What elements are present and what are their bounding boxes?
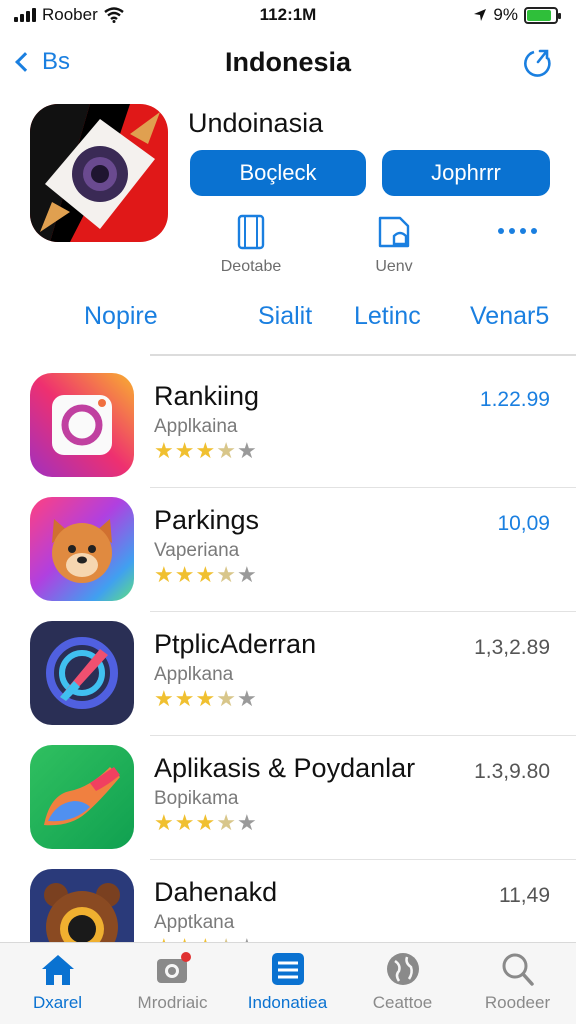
carrier-label: Roober [42,5,98,24]
item-subtitle: Applkaina [154,416,238,437]
star-icon: ★ [154,438,174,463]
star-icon: ★ [154,686,174,711]
star-rating: ★★★★★ [154,440,257,462]
item-price[interactable]: 10,09 [497,512,550,536]
tab-globe[interactable]: Ceattoe [345,951,460,1013]
home-icon [41,955,74,985]
list-item[interactable]: Parkings Vaperiana ★ ★ ★ ★ ★ 10,09 [0,488,576,612]
star-icon: ★ [236,562,257,587]
star-icon: ★ [195,810,216,835]
star-icon: ★ [236,686,257,711]
star-rating: ★★★★★ [154,688,257,710]
list-icon [271,953,304,985]
globe-icon [386,953,419,985]
app-name: Undoinasia [188,108,324,138]
star-rating: ★★★★★ [154,564,257,586]
signal-icon [14,8,36,22]
ellipsis-icon[interactable] [498,228,537,234]
tab-label: Indonatiea [247,993,328,1012]
list-item[interactable]: Rankiing Applkaina ★ ★ ★ ★ ★ 1.22.99 [0,364,576,488]
back-label: Bs [42,48,71,75]
star-icon: ★ [216,810,236,835]
app-icon[interactable] [30,104,168,242]
item-subtitle: Apptkana [154,912,235,933]
item-title: Parkings [154,505,260,535]
share-icon[interactable] [522,46,554,78]
star-icon: ★ [236,438,257,463]
star-icon: ★ [174,810,195,835]
item-subtitle: Applkana [154,664,234,685]
status-right: 9% [473,5,561,25]
star-rating: ★★★★★ [154,812,257,834]
search-icon [502,953,534,986]
back-button[interactable]: Bs [12,48,70,76]
page-title: Indonesia [224,46,352,77]
tab-home[interactable]: Dxarel [0,951,115,1013]
meta-item-bag[interactable]: Uenv [364,214,424,276]
battery-level [527,9,551,21]
segment-tabs: Nopire Sialit Letinc Venar5 [0,300,576,340]
item-price[interactable]: 1.22.99 [480,388,550,412]
star-icon: ★ [216,438,236,463]
star-icon: ★ [154,810,174,835]
battery-percent: 9% [493,5,518,24]
star-icon: ★ [216,562,236,587]
star-icon: ★ [195,686,216,711]
tab-segment-3[interactable]: Letinc [354,302,421,331]
paint-app-icon [30,745,134,849]
tab-segment-4[interactable]: Venar5 [470,302,549,331]
meta-label-2: Uenv [375,258,413,275]
star-icon: ★ [236,810,257,835]
star-icon: ★ [195,562,216,587]
star-icon: ★ [174,686,195,711]
wifi-icon [104,7,124,23]
list-item[interactable]: PtplicAderran Applkana ★ ★ ★ ★ ★ 1,3,2.89 [0,612,576,736]
item-price[interactable]: 1.3,9.80 [474,760,550,784]
dog-app-icon [30,497,134,601]
meta-label-1: Deotabe [220,258,282,275]
phone-icon [237,214,265,250]
battery-icon [524,6,561,24]
camera-app-icon [30,373,134,477]
tab-segment-2[interactable]: Sialit [258,302,312,331]
star-icon: ★ [216,686,236,711]
app-header: Undoinasia Boçleck Jophrrr Deotabe Uenv [0,100,576,290]
primary-button-1[interactable]: Boçleck [190,150,366,196]
status-left: Roober [14,5,124,25]
item-subtitle: Bopikama [154,788,239,809]
tab-segment-1[interactable]: Nopire [84,302,158,331]
bag-icon [378,216,410,248]
camera-icon [156,952,191,983]
star-icon: ★ [154,562,174,587]
list-item[interactable]: Aplikasis & Poydanlar Bopikama ★ ★ ★ ★ ★ 1.3… [0,736,576,860]
compass-app-icon [30,621,134,725]
item-title: Dahenakd [154,877,278,907]
meta-item-phone[interactable]: Deotabe [214,214,288,276]
section-divider [150,354,576,356]
item-title: PtplicAderran [154,629,317,659]
item-subtitle: Vaperiana [154,540,240,561]
navigation-bar: Bs Indonesia [0,36,576,88]
item-title: Rankiing [154,381,260,411]
chevron-left-icon [15,52,35,72]
tab-label: Mrodriaic [137,993,208,1012]
tab-label: Roodeer [484,993,551,1012]
tab-camera[interactable]: Mrodriaic [115,951,230,1013]
status-bar: Roober 112:1M 9% [0,0,576,30]
primary-button-2[interactable]: Jophrrr [382,150,550,196]
star-icon: ★ [174,438,195,463]
star-icon: ★ [174,562,195,587]
star-icon: ★ [195,438,216,463]
item-title: Aplikasis & Poydanlar [154,753,416,783]
tab-label: Ceattoe [372,993,433,1012]
tab-label: Dxarel [32,993,83,1012]
item-price[interactable]: 1,3,2.89 [474,636,550,660]
item-price[interactable]: 11,49 [499,884,550,908]
tab-list[interactable]: Indonatiea [230,951,345,1013]
tab-bar: Dxarel Mrodriaic Indonatiea Ceattoe Rood… [0,942,576,1024]
tab-search[interactable]: Roodeer [460,951,575,1013]
location-icon [474,9,487,21]
